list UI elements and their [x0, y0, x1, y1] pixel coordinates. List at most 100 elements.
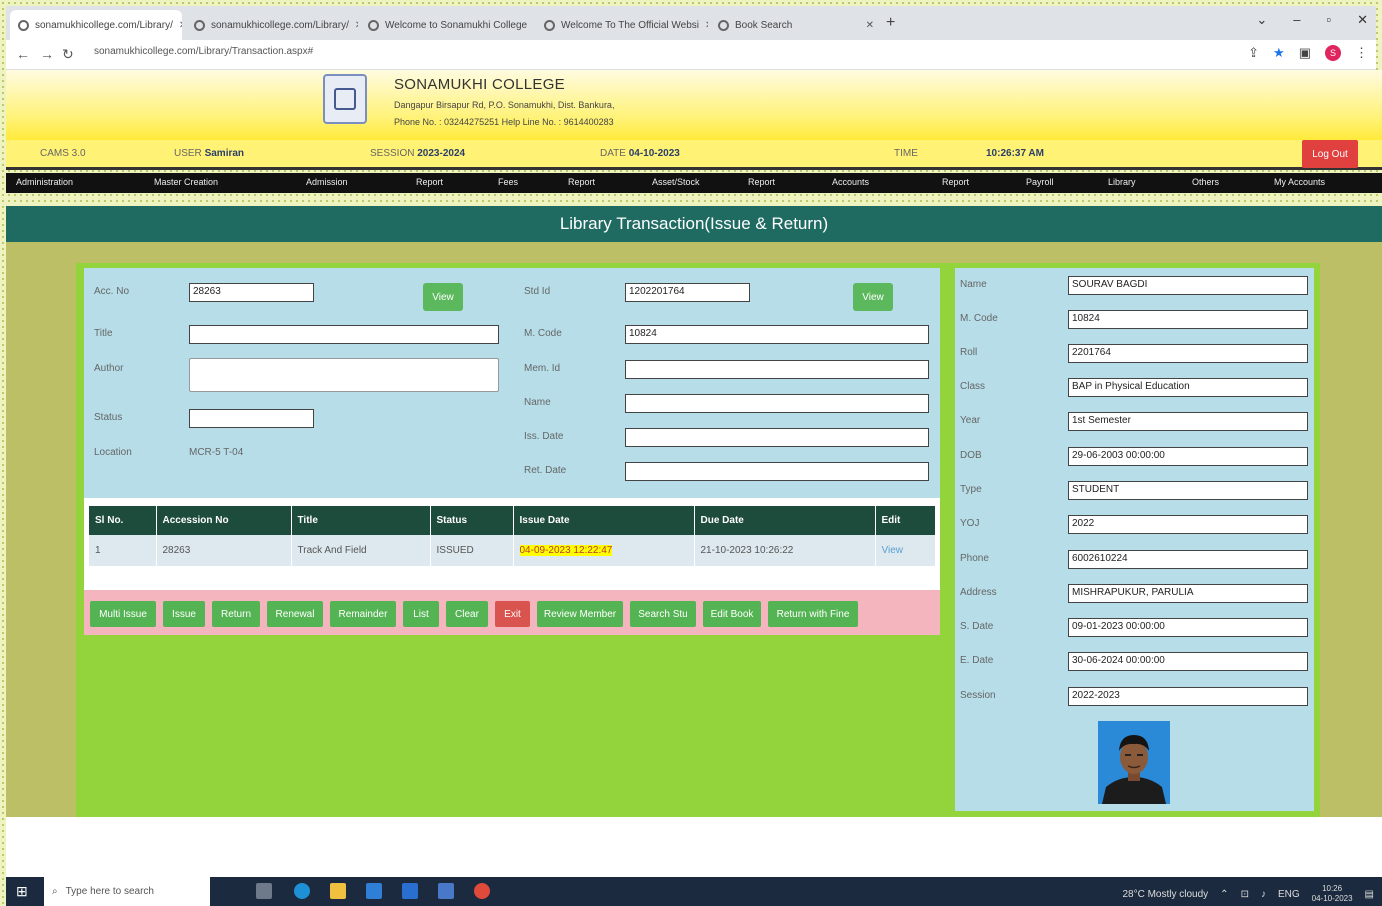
member-roll-label: Roll: [960, 347, 978, 358]
back-icon[interactable]: ←: [16, 46, 30, 62]
review-member-button[interactable]: Review Member: [537, 601, 623, 627]
menu-report-4[interactable]: Report: [942, 177, 969, 187]
member-address-field[interactable]: MISHRAPUKUR, PARULIA: [1068, 584, 1308, 603]
ret-date-input[interactable]: [625, 462, 929, 481]
browser-toolbar-icons: ⇪ ★ ▣ S ⋮: [1248, 45, 1368, 61]
acc-no-input[interactable]: 28263: [189, 283, 314, 302]
issue-button[interactable]: Issue: [163, 601, 205, 627]
member-yoj-field[interactable]: 2022: [1068, 515, 1308, 534]
logout-button[interactable]: Log Out: [1302, 140, 1358, 168]
col-title: Title: [291, 506, 431, 535]
menu-report-1[interactable]: Report: [416, 177, 443, 187]
menu-library[interactable]: Library: [1108, 177, 1136, 187]
close-icon[interactable]: ✕: [699, 20, 708, 31]
book-view-button[interactable]: View: [423, 283, 463, 311]
member-edate-field[interactable]: 30-06-2024 00:00:00: [1068, 652, 1308, 671]
member-name-field[interactable]: SOURAV BAGDI: [1068, 276, 1308, 295]
menu-report-3[interactable]: Report: [748, 177, 775, 187]
browser-tab-3[interactable]: Welcome to Sonamukhi College✕: [360, 10, 534, 40]
menu-fees[interactable]: Fees: [498, 177, 518, 187]
remainder-button[interactable]: Remainder: [330, 601, 396, 627]
menu-master-creation[interactable]: Master Creation: [154, 177, 218, 187]
clear-button[interactable]: Clear: [446, 601, 488, 627]
renewal-button[interactable]: Renewal: [267, 601, 323, 627]
menu-my-accounts[interactable]: My Accounts: [1274, 177, 1325, 187]
close-icon[interactable]: ✕: [173, 20, 182, 31]
edit-book-button[interactable]: Edit Book: [703, 601, 761, 627]
menu-accounts[interactable]: Accounts: [832, 177, 869, 187]
browser-tab-4[interactable]: Welcome To The Official Websi✕: [536, 10, 708, 40]
name-input[interactable]: [625, 394, 929, 413]
multi-issue-button[interactable]: Multi Issue: [90, 601, 156, 627]
search-student-button[interactable]: Search Stu: [630, 601, 696, 627]
return-with-fine-button[interactable]: Return with Fine: [768, 601, 858, 627]
new-tab-icon[interactable]: +: [886, 14, 895, 32]
info-bar: CAMS 3.0 USER Samiran SESSION 2023-2024 …: [6, 140, 1382, 170]
taskbar-search[interactable]: ⌕ Type here to search: [44, 877, 210, 906]
sidepanel-icon[interactable]: ▣: [1299, 45, 1311, 61]
menu-asset-stock[interactable]: Asset/Stock: [652, 177, 700, 187]
close-icon[interactable]: ✕: [349, 20, 358, 31]
browser-tab-5[interactable]: Book Search ✕: [710, 10, 882, 40]
member-roll-field[interactable]: 2201764: [1068, 344, 1308, 363]
edge-browser-icon[interactable]: [294, 883, 310, 899]
member-dob-field[interactable]: 29-06-2003 00:00:00: [1068, 447, 1308, 466]
chrome-icon[interactable]: [474, 883, 490, 899]
return-button[interactable]: Return: [212, 601, 260, 627]
windows-start-icon[interactable]: ⊞: [16, 883, 28, 900]
more-menu-icon[interactable]: ⋮: [1355, 45, 1368, 61]
menu-payroll[interactable]: Payroll: [1026, 177, 1054, 187]
close-window-icon[interactable]: ✕: [1357, 12, 1368, 28]
maximize-icon[interactable]: ▫: [1326, 12, 1331, 28]
menu-others[interactable]: Others: [1192, 177, 1219, 187]
browser-tab-bar: sonamukhicollege.com/Library/✕ sonamukhi…: [6, 6, 1376, 40]
task-view-icon[interactable]: [256, 883, 272, 899]
member-sdate-field[interactable]: 09-01-2023 00:00:00: [1068, 618, 1308, 637]
member-session-field[interactable]: 2022-2023: [1068, 687, 1308, 706]
volume-icon[interactable]: ♪: [1261, 889, 1266, 900]
student-view-button[interactable]: View: [853, 283, 893, 311]
mail-icon[interactable]: [402, 883, 418, 899]
network-icon[interactable]: ⊡: [1241, 889, 1249, 900]
list-button[interactable]: List: [403, 601, 439, 627]
store-icon[interactable]: [366, 883, 382, 899]
minimize-icon[interactable]: –: [1293, 12, 1300, 28]
member-type-field[interactable]: STUDENT: [1068, 481, 1308, 500]
status-input[interactable]: [189, 409, 314, 428]
menu-admission[interactable]: Admission: [306, 177, 348, 187]
row-view-link[interactable]: View: [882, 545, 904, 556]
close-icon[interactable]: ✕: [860, 20, 874, 31]
mem-id-input[interactable]: [625, 360, 929, 379]
author-textarea[interactable]: [189, 358, 499, 392]
menu-report-2[interactable]: Report: [568, 177, 595, 187]
clock[interactable]: 10:26 04-10-2023: [1312, 884, 1353, 904]
close-icon[interactable]: ✕: [527, 20, 534, 31]
chevron-down-icon[interactable]: ⌄: [1256, 12, 1267, 28]
reload-icon[interactable]: ↻: [62, 46, 74, 63]
tray-overflow-icon[interactable]: ⌃: [1220, 889, 1228, 900]
std-id-input[interactable]: 1202201764: [625, 283, 750, 302]
forward-icon[interactable]: →: [40, 46, 54, 62]
weather-info[interactable]: 28°C Mostly cloudy: [1122, 889, 1208, 900]
ret-date-label: Ret. Date: [524, 465, 567, 476]
language-indicator[interactable]: ENG: [1278, 889, 1300, 900]
url-input[interactable]: sonamukhicollege.com/Library/Transaction…: [94, 46, 313, 57]
profile-avatar[interactable]: S: [1325, 45, 1341, 61]
file-explorer-icon[interactable]: [330, 883, 346, 899]
member-year-field[interactable]: 1st Semester: [1068, 412, 1308, 431]
share-icon[interactable]: ⇪: [1248, 45, 1259, 61]
browser-tab-2[interactable]: sonamukhicollege.com/Library/✕: [186, 10, 358, 40]
browser-tab-1[interactable]: sonamukhicollege.com/Library/✕: [10, 10, 182, 40]
exit-button[interactable]: Exit: [495, 601, 530, 627]
title-input[interactable]: [189, 325, 499, 344]
notification-icon[interactable]: ▤: [1365, 889, 1374, 900]
member-class-field[interactable]: BAP in Physical Education: [1068, 378, 1308, 397]
member-mcode-field[interactable]: 10824: [1068, 310, 1308, 329]
member-session-label: Session: [960, 690, 996, 701]
member-phone-field[interactable]: 6002610224: [1068, 550, 1308, 569]
photos-icon[interactable]: [438, 883, 454, 899]
bookmark-star-icon[interactable]: ★: [1273, 45, 1285, 61]
menu-administration[interactable]: Administration: [16, 177, 73, 187]
iss-date-input[interactable]: [625, 428, 929, 447]
mcode-input[interactable]: 10824: [625, 325, 929, 344]
